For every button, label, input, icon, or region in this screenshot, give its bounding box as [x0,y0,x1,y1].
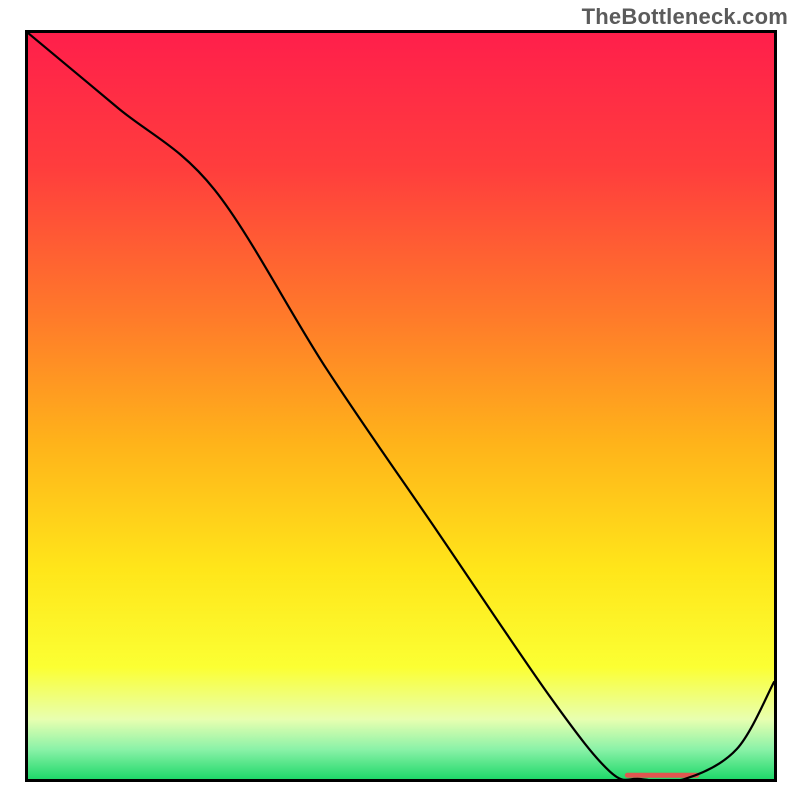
plot-area [25,30,777,782]
chart-svg [28,33,774,779]
watermark-text: TheBottleneck.com [582,4,788,30]
chart-background-gradient [28,33,774,779]
chart-frame: TheBottleneck.com [0,0,800,800]
